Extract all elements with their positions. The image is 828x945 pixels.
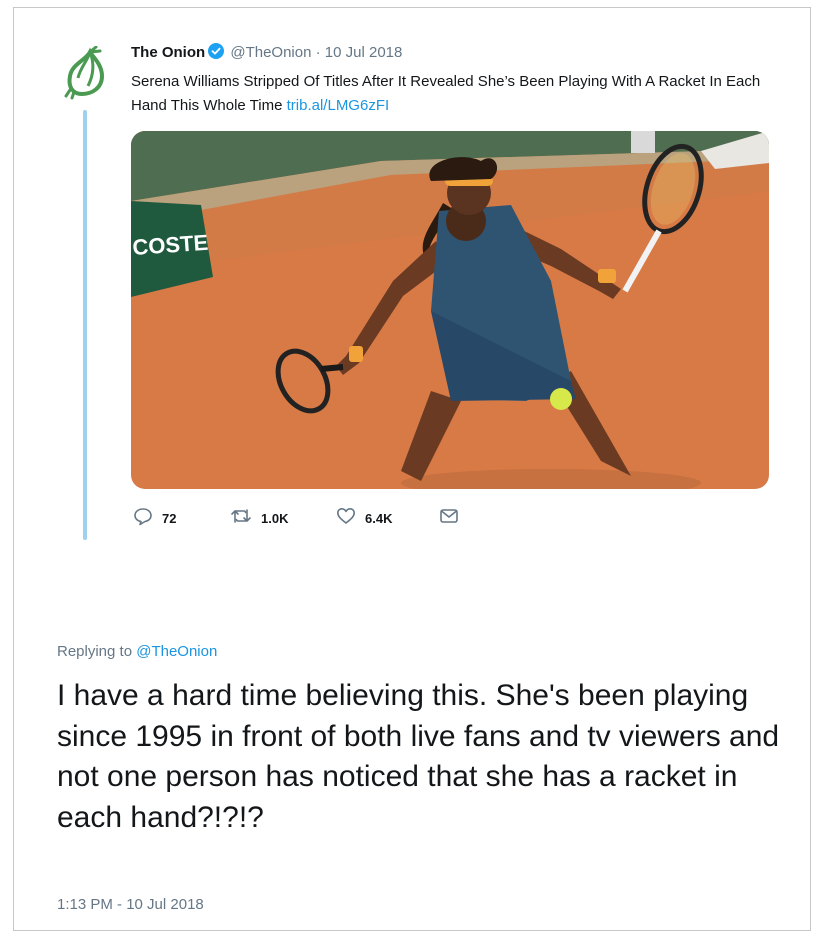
- message-icon: [439, 506, 459, 531]
- retweet-button[interactable]: 1.0K: [230, 505, 288, 531]
- retweet-icon: [230, 506, 252, 531]
- sponsor-sign-text: COSTE: [132, 230, 209, 260]
- reply-icon: [133, 506, 153, 531]
- reply-button[interactable]: 72: [133, 505, 176, 531]
- separator-dot: ·: [315, 44, 321, 61]
- direct-message-button[interactable]: [439, 505, 459, 531]
- tweet-text: Serena Williams Stripped Of Titles After…: [131, 70, 781, 118]
- thread-line: [83, 110, 87, 540]
- tweet-date[interactable]: 10 Jul 2018: [325, 44, 403, 61]
- tweet-text-body: Serena Williams Stripped Of Titles After…: [131, 73, 761, 114]
- reply-text: I have a hard time believing this. She's…: [57, 679, 780, 834]
- retweet-count: 1.0K: [261, 510, 289, 526]
- verified-badge-icon: [208, 43, 225, 64]
- like-button[interactable]: 6.4K: [336, 505, 392, 531]
- tweet-media-image[interactable]: COSTE: [131, 131, 769, 489]
- like-icon: [336, 506, 356, 531]
- like-count: 6.4K: [365, 510, 393, 526]
- reply-timestamp[interactable]: 1:13 PM - 10 Jul 2018: [57, 896, 204, 913]
- author-name[interactable]: The Onion: [131, 44, 205, 61]
- tweet-header: The Onion @TheOnion · 10 Jul 2018: [131, 43, 402, 64]
- reply-count: 72: [162, 510, 177, 526]
- author-handle[interactable]: @TheOnion: [230, 44, 311, 61]
- replying-to-label: Replying to: [57, 643, 133, 660]
- replying-to-handle[interactable]: @TheOnion: [136, 643, 217, 660]
- replying-to: Replying to @TheOnion: [57, 643, 217, 660]
- onion-logo-icon[interactable]: [62, 45, 110, 100]
- tweet-link[interactable]: trib.al/LMG6zFI: [287, 97, 390, 114]
